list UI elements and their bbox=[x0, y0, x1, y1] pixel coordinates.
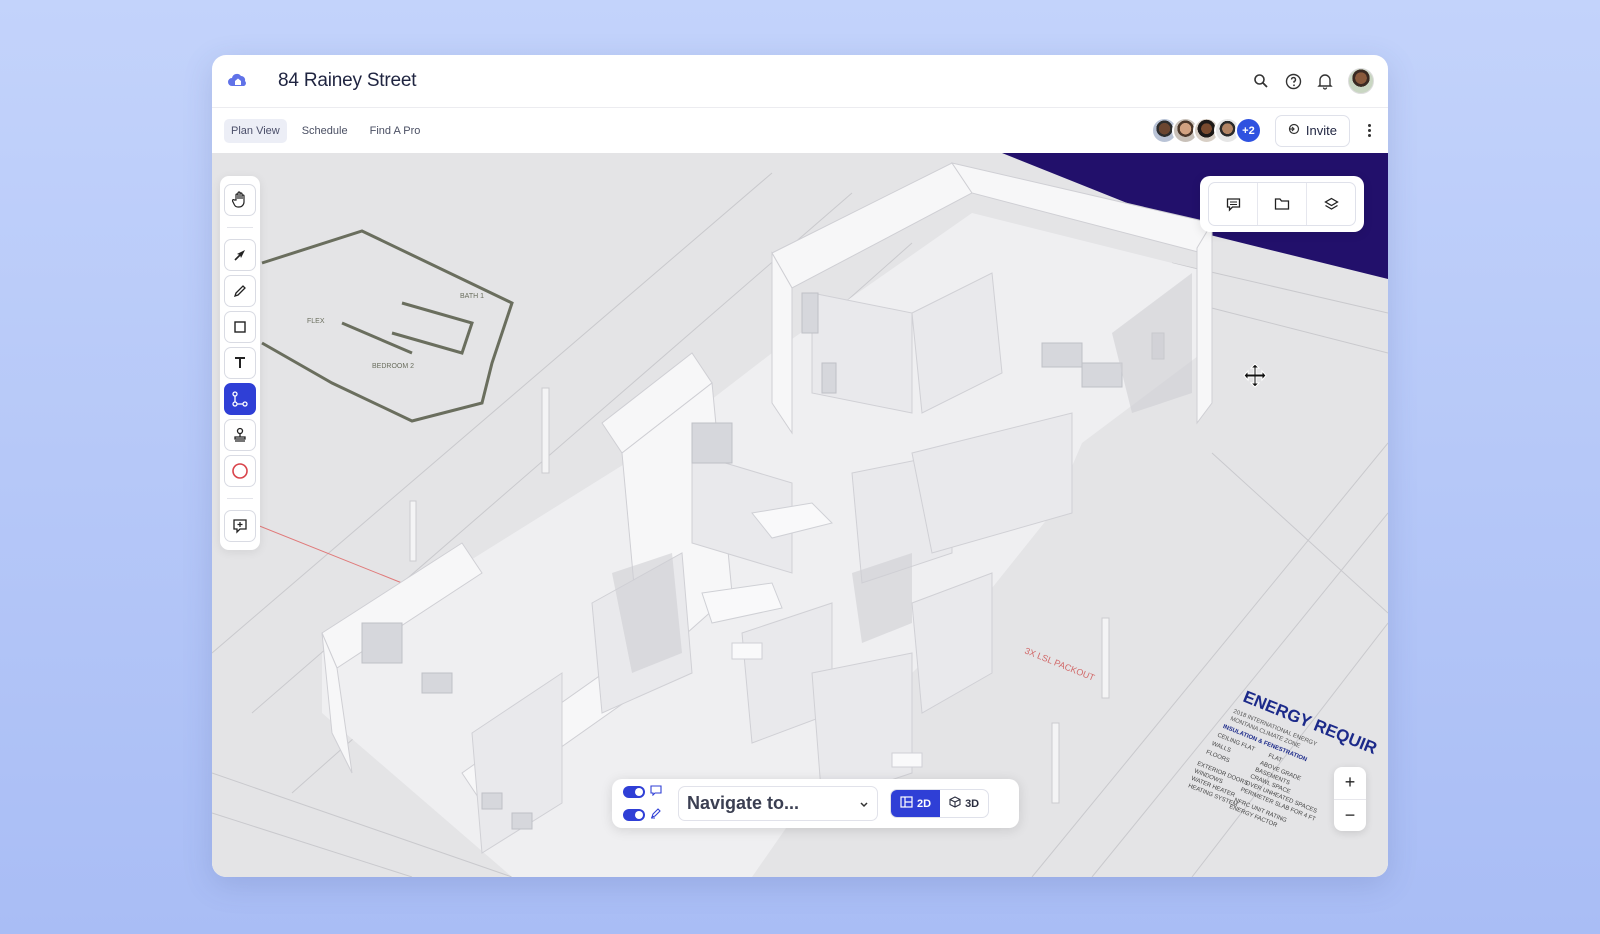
user-avatar[interactable] bbox=[1348, 68, 1374, 94]
energy-value: FLAT bbox=[1267, 753, 1283, 764]
view-2d-button[interactable]: 2D bbox=[891, 790, 941, 817]
floor-plan-icon bbox=[900, 796, 913, 811]
path-icon[interactable] bbox=[224, 383, 256, 415]
drawing-toolbar bbox=[220, 176, 260, 550]
hand-icon[interactable] bbox=[224, 184, 256, 216]
top-icons bbox=[1252, 68, 1374, 94]
pencil-icon[interactable] bbox=[224, 275, 256, 307]
sub-bar: Plan View Schedule Find A Pro +2 Invite bbox=[212, 108, 1388, 153]
help-icon[interactable] bbox=[1284, 72, 1302, 90]
room-label-bedroom: BEDROOM 2 bbox=[372, 363, 414, 370]
zoom-in-button[interactable]: + bbox=[1334, 767, 1366, 800]
layers-icon[interactable] bbox=[1307, 183, 1355, 225]
view-options-group bbox=[1208, 182, 1356, 226]
top-bar: 84 Rainey Street bbox=[212, 55, 1388, 108]
invite-button[interactable]: Invite bbox=[1274, 114, 1350, 147]
more-options-icon[interactable] bbox=[1362, 124, 1376, 137]
toolbar-divider bbox=[227, 498, 253, 499]
move-cursor-icon bbox=[1242, 363, 1268, 394]
bottom-nav-bar: Navigate to... 2D 3D bbox=[612, 779, 1019, 828]
tab-schedule[interactable]: Schedule bbox=[295, 119, 355, 143]
zoom-controls: + − bbox=[1334, 767, 1366, 831]
bell-icon[interactable] bbox=[1316, 72, 1334, 90]
search-icon[interactable] bbox=[1252, 72, 1270, 90]
markup-visibility-toggle[interactable] bbox=[623, 809, 645, 821]
room-label-flex: FLEX bbox=[307, 318, 325, 325]
pointer-icon[interactable] bbox=[224, 239, 256, 271]
project-title: 84 Rainey Street bbox=[278, 70, 417, 91]
visibility-toggles bbox=[623, 783, 662, 824]
folder-icon[interactable] bbox=[1258, 183, 1307, 225]
comments-visibility-toggle[interactable] bbox=[623, 786, 645, 798]
tab-find-a-pro[interactable]: Find A Pro bbox=[363, 119, 428, 143]
home-cloud-icon[interactable] bbox=[226, 69, 250, 93]
text-icon[interactable] bbox=[224, 347, 256, 379]
stamp-icon[interactable] bbox=[224, 419, 256, 451]
comment-icon bbox=[650, 783, 662, 801]
view-options-panel bbox=[1200, 176, 1364, 232]
view-mode-toggle: 2D 3D bbox=[890, 789, 990, 818]
navigate-to-dropdown[interactable]: Navigate to... bbox=[678, 786, 878, 821]
packout-label: 3X LSL PACKOUT bbox=[1023, 646, 1096, 683]
3d-floor-plan-scene: FLEX BATH 1 BEDROOM 2 3X LSL PACKOUT ENE… bbox=[212, 153, 1388, 877]
collaborator-avatars[interactable]: +2 bbox=[1150, 117, 1262, 144]
view-3d-button[interactable]: 3D bbox=[940, 790, 988, 817]
cube-icon bbox=[949, 796, 961, 811]
more-collaborators-badge[interactable]: +2 bbox=[1234, 117, 1262, 144]
zoom-out-button[interactable]: − bbox=[1334, 800, 1366, 832]
tab-plan-view[interactable]: Plan View bbox=[224, 118, 287, 143]
comments-icon[interactable] bbox=[1209, 183, 1258, 225]
toolbar-divider bbox=[227, 227, 253, 228]
plan-canvas[interactable]: FLEX BATH 1 BEDROOM 2 3X LSL PACKOUT ENE… bbox=[212, 153, 1388, 877]
rectangle-icon[interactable] bbox=[224, 311, 256, 343]
add-comment-icon[interactable] bbox=[224, 510, 256, 542]
invite-label: Invite bbox=[1305, 123, 1337, 138]
view-3d-label: 3D bbox=[965, 797, 980, 810]
circle-icon[interactable] bbox=[224, 455, 256, 487]
invite-icon bbox=[1288, 123, 1300, 138]
chevron-down-icon bbox=[859, 793, 869, 814]
view-2d-label: 2D bbox=[917, 797, 932, 810]
room-label-bath: BATH 1 bbox=[460, 293, 484, 300]
app-window: 84 Rainey Street Plan View Schedule Find… bbox=[212, 55, 1388, 877]
navigate-to-value: Navigate to... bbox=[687, 793, 800, 813]
markup-pen-icon bbox=[650, 806, 662, 824]
